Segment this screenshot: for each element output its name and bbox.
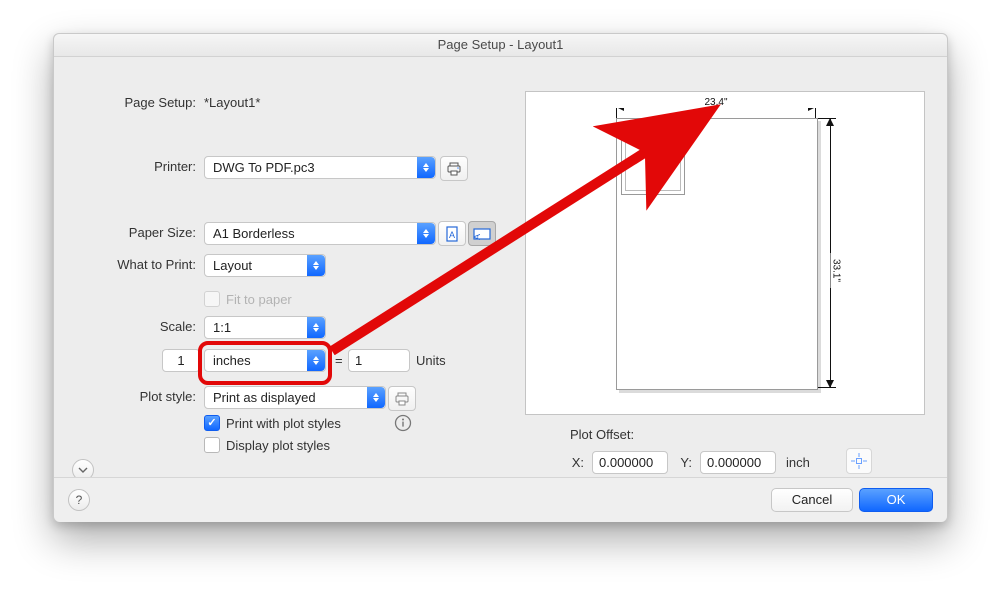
cancel-button-label: Cancel (792, 492, 832, 507)
printer-properties-button[interactable] (440, 156, 468, 181)
info-icon (394, 414, 412, 432)
scale-unit-select[interactable]: inches (204, 349, 326, 372)
plot-offset-unit-label: inch (786, 455, 810, 470)
chevron-down-icon (78, 465, 88, 475)
scale-left-input[interactable]: 1 (162, 349, 200, 372)
dropdown-arrows-icon (417, 223, 435, 244)
center-icon (851, 453, 867, 469)
paper-size-select[interactable]: A1 Borderless (204, 222, 436, 245)
print-with-plot-styles-label: Print with plot styles (226, 416, 341, 431)
svg-text:A: A (449, 230, 455, 240)
dropdown-arrows-icon (367, 387, 385, 408)
paper-size-value: A1 Borderless (213, 226, 295, 241)
page-setup-dialog: Page Setup - Layout1 Page Setup: *Layout… (53, 33, 948, 522)
preview-dim-right: 33.1" (824, 118, 840, 388)
label-scale: Scale: (54, 319, 196, 334)
scale-value: 1:1 (213, 320, 231, 335)
plot-style-select[interactable]: Print as displayed (204, 386, 386, 409)
scale-right-value: 1 (355, 353, 362, 368)
plot-offset-y-row: Y: 0.000000 (678, 451, 776, 474)
preview-layout-rect (621, 123, 685, 195)
ok-button-label: OK (887, 492, 906, 507)
landscape-icon: A (473, 227, 491, 241)
what-to-print-select[interactable]: Layout (204, 254, 326, 277)
label-plot-style: Plot style: (54, 389, 196, 404)
label-page-setup: Page Setup: (54, 95, 196, 110)
dialog-footer: ? Cancel OK (54, 477, 947, 522)
help-icon: ? (76, 493, 83, 507)
label-what-to-print: What to Print: (54, 257, 196, 272)
plot-offset-x-input[interactable]: 0.000000 (592, 451, 668, 474)
scale-left-value: 1 (177, 353, 184, 368)
dropdown-arrows-icon (307, 317, 325, 338)
svg-text:A: A (473, 233, 482, 239)
display-plot-styles-label: Display plot styles (226, 438, 330, 453)
plot-offset-x-label: X: (570, 455, 584, 470)
what-to-print-value: Layout (213, 258, 252, 273)
print-with-plot-styles-checkbox[interactable] (204, 415, 220, 431)
plot-offset-x-row: X: 0.000000 (570, 451, 668, 474)
print-with-plot-styles-row: Print with plot styles (204, 415, 341, 431)
dropdown-arrows-icon (307, 350, 325, 371)
printer-select-value: DWG To PDF.pc3 (213, 160, 315, 175)
ok-button[interactable]: OK (859, 488, 933, 512)
center-plot-button[interactable] (846, 448, 872, 474)
preview-panel: 23.4" 33.1" (525, 91, 925, 415)
fit-to-paper-checkbox (204, 291, 220, 307)
plot-offset-y-value: 0.000000 (707, 455, 761, 470)
equals-label: = (335, 353, 343, 368)
fit-to-paper-row: Fit to paper (204, 291, 292, 307)
dropdown-arrows-icon (417, 157, 435, 178)
preview-height-label: 33.1" (831, 253, 842, 288)
plot-offset-label: Plot Offset: (570, 427, 634, 442)
plot-offset-x-value: 0.000000 (599, 455, 653, 470)
plot-styles-info-button[interactable] (390, 411, 416, 434)
cancel-button[interactable]: Cancel (771, 488, 853, 512)
printer-icon (446, 162, 462, 176)
dialog-content: Page Setup: *Layout1* Printer: DWG To PD… (54, 57, 947, 522)
units-label: Units (416, 353, 446, 368)
plot-offset-y-input[interactable]: 0.000000 (700, 451, 776, 474)
window-title: Page Setup - Layout1 (438, 37, 564, 52)
printer-select[interactable]: DWG To PDF.pc3 (204, 156, 436, 179)
help-button[interactable]: ? (68, 489, 90, 511)
orientation-landscape-button[interactable]: A (468, 221, 496, 246)
window-titlebar: Page Setup - Layout1 (54, 34, 947, 57)
fit-to-paper-label: Fit to paper (226, 292, 292, 307)
label-paper-size: Paper Size: (54, 225, 196, 240)
preview-width-label: 23.4" (698, 97, 733, 108)
plot-style-value: Print as displayed (213, 390, 316, 405)
plot-offset-y-label: Y: (678, 455, 692, 470)
scale-unit-value: inches (213, 353, 251, 368)
printer-small-icon (394, 392, 410, 406)
orientation-portrait-button[interactable]: A (438, 221, 466, 246)
display-plot-styles-checkbox[interactable] (204, 437, 220, 453)
plot-style-edit-button[interactable] (388, 386, 416, 411)
preview-paper (616, 118, 818, 390)
page-setup-name: *Layout1* (204, 95, 260, 110)
label-printer: Printer: (54, 159, 196, 174)
scale-select[interactable]: 1:1 (204, 316, 326, 339)
preview-inner: 23.4" 33.1" (616, 104, 844, 394)
dropdown-arrows-icon (307, 255, 325, 276)
preview-dim-top: 23.4" (616, 104, 816, 116)
portrait-icon: A (445, 226, 459, 242)
scale-right-input[interactable]: 1 (348, 349, 410, 372)
display-plot-styles-row: Display plot styles (204, 437, 330, 453)
